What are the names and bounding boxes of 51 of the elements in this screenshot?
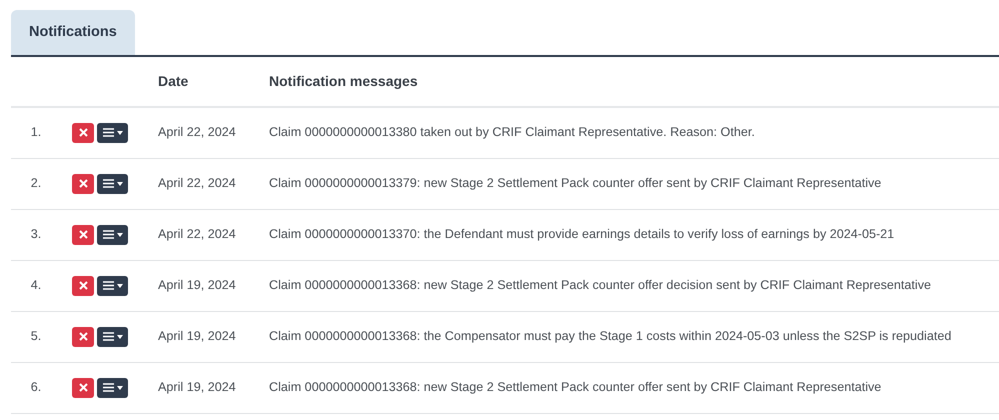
notification-message: Claim 0000000000013370: the Defendant must provide earnings details to verify loss of earnings by 2024-05-21 <box>269 227 894 242</box>
tab[interactable]: Notifications <box>11 10 135 55</box>
notification-message: Claim 0000000000013379: new Stage 2 Settlement Pack counter offer sent by CRIF Claimant Representative <box>269 176 882 190</box>
column-header: Date <box>158 72 188 89</box>
table-cell: April 22, 2024 <box>158 227 236 242</box>
table-cell: April 19, 2024 <box>158 380 236 394</box>
close-icon <box>78 281 88 290</box>
row-number: 2. <box>30 176 42 190</box>
caret-icon <box>116 182 122 186</box>
caret-icon <box>116 334 122 339</box>
caret-icon <box>116 284 122 288</box>
close-icon <box>78 230 88 240</box>
notification-message: Claim 0000000000013368: new Stage 2 Settlement Pack counter offer decision sent by CRIF Claimant Representative <box>269 278 932 292</box>
menu-dropdown-button[interactable] <box>97 378 128 398</box>
row-number: 4. <box>30 278 42 292</box>
delete-button[interactable] <box>72 326 94 347</box>
menu-icon <box>102 179 114 188</box>
delete-button[interactable] <box>72 378 94 398</box>
caret-icon <box>116 232 122 237</box>
table-cell: April 19, 2024 <box>158 278 236 292</box>
menu-dropdown-button[interactable] <box>97 224 128 245</box>
menu-icon <box>102 281 114 290</box>
row-number: 6. <box>30 380 42 394</box>
delete-button[interactable] <box>72 174 94 194</box>
notification-message: Claim 0000000000013380 taken out by CRIF Claimant Representative. Reason: Other. <box>269 125 755 140</box>
table-cell: April 22, 2024 <box>158 176 236 190</box>
menu-icon <box>102 383 114 392</box>
menu-dropdown-button[interactable] <box>97 174 128 194</box>
menu-icon <box>102 230 114 240</box>
delete-button[interactable] <box>72 276 94 296</box>
row-number: 1. <box>30 125 42 140</box>
menu-icon <box>102 332 114 342</box>
row-number: 5. <box>30 329 42 344</box>
close-icon <box>78 128 88 138</box>
close-icon <box>78 179 88 188</box>
table-cell: April 22, 2024 <box>158 125 236 140</box>
close-icon <box>78 332 88 342</box>
delete-button[interactable] <box>72 224 94 245</box>
menu-dropdown-button[interactable] <box>97 326 128 347</box>
close-icon <box>78 383 88 392</box>
caret-icon <box>116 386 122 390</box>
row-number: 3. <box>30 227 42 242</box>
menu-dropdown-button[interactable] <box>97 122 128 143</box>
table-cell: April 19, 2024 <box>158 329 236 344</box>
column-header: Notification messages <box>269 72 418 89</box>
notification-message: Claim 0000000000013368: the Compensator must pay the Stage 1 costs within 2024-05-03 unless the S2SP is repudiated <box>269 329 952 344</box>
menu-icon <box>102 128 114 138</box>
caret-icon <box>116 130 122 135</box>
menu-dropdown-button[interactable] <box>97 276 128 296</box>
notification-message: Claim 0000000000013368: new Stage 2 Settlement Pack counter offer sent by CRIF Claimant Representative <box>269 380 882 394</box>
delete-button[interactable] <box>72 122 94 143</box>
